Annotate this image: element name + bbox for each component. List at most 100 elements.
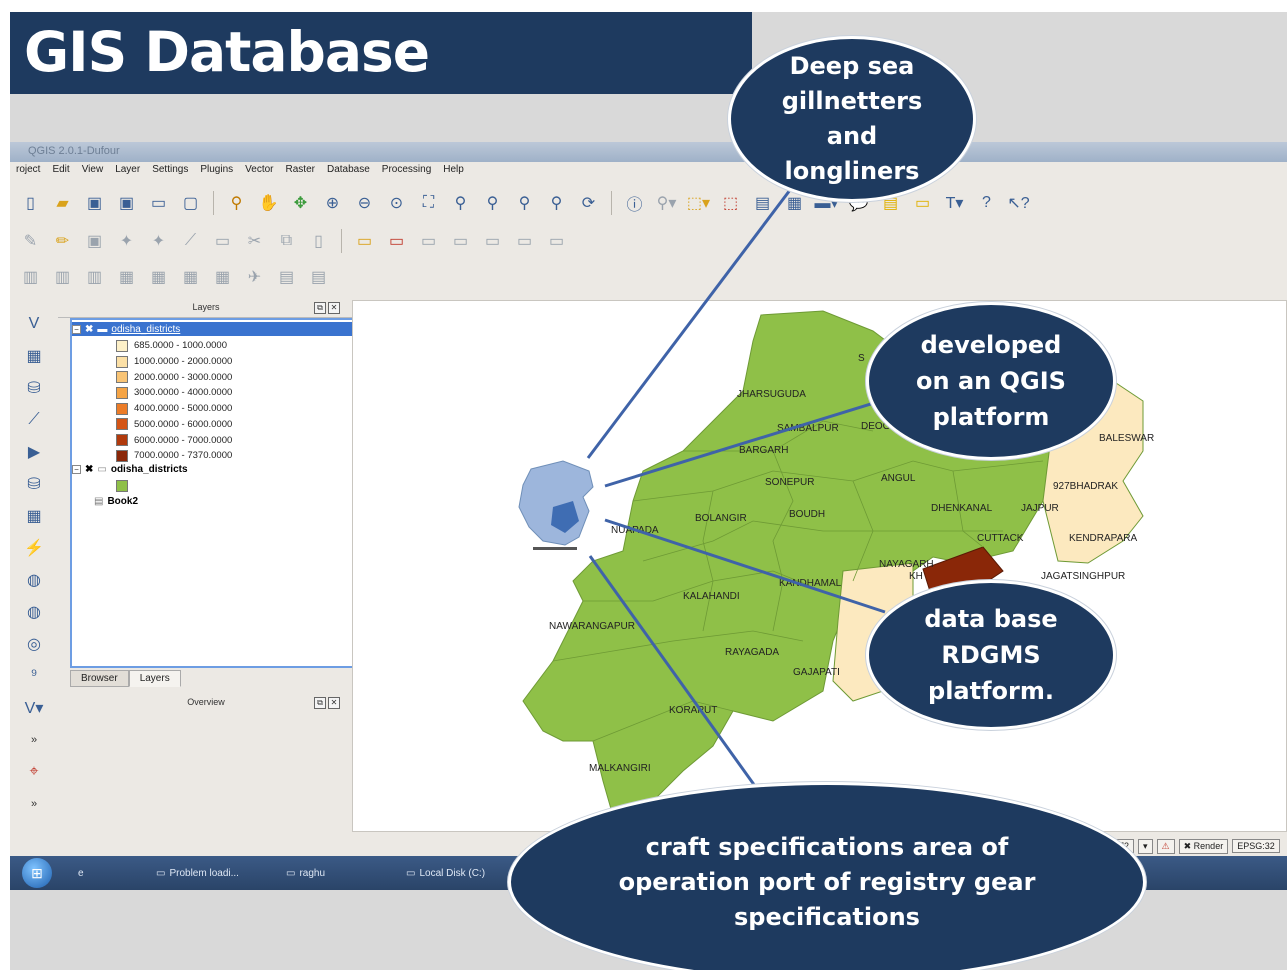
label-tool-icon[interactable]: ▭ bbox=[352, 229, 377, 254]
identify-dropdown-icon[interactable]: ⚲▾ bbox=[654, 191, 679, 216]
start-button-icon[interactable]: ⊞ bbox=[22, 858, 52, 888]
add-delimited-text-layer-icon[interactable]: ◍ bbox=[22, 600, 46, 624]
tab-browser[interactable]: Browser bbox=[70, 670, 129, 687]
menu-help[interactable]: Help bbox=[443, 164, 464, 182]
paste-features-icon[interactable]: ▯ bbox=[306, 229, 331, 254]
scale-dropdown-icon[interactable]: ▾ bbox=[1138, 838, 1153, 854]
menu-database[interactable]: Database bbox=[327, 164, 370, 182]
text-annotation-icon[interactable]: T▾ bbox=[942, 191, 967, 216]
wms-layer-icon[interactable]: ▦ bbox=[114, 265, 139, 290]
csv-layer-icon[interactable]: ▤ bbox=[306, 265, 331, 290]
add-feature-icon[interactable]: ✦ bbox=[114, 229, 139, 254]
toolbar-expand-icon[interactable]: » bbox=[22, 728, 46, 752]
toolbar-expand-icon[interactable]: » bbox=[22, 792, 46, 816]
add-raster-layer-icon[interactable]: ▦ bbox=[22, 344, 46, 368]
save-as-icon[interactable]: ▣ bbox=[114, 191, 139, 216]
menu-settings[interactable]: Settings bbox=[152, 164, 188, 182]
deselect-icon[interactable]: ⬚ bbox=[718, 191, 743, 216]
collapse-icon[interactable]: − bbox=[72, 324, 81, 334]
new-vector-layer-icon[interactable]: V▾ bbox=[22, 696, 46, 720]
float-panel-icon[interactable]: ⧉ bbox=[314, 697, 326, 709]
layer-item-book2[interactable]: ▤ Book2 bbox=[94, 494, 138, 508]
composer-manager-icon[interactable]: ▢ bbox=[178, 191, 203, 216]
layer-visibility-checkbox[interactable]: ✖ bbox=[85, 324, 93, 335]
add-wcs-layer-icon[interactable]: ⚡ bbox=[22, 536, 46, 560]
render-checkbox[interactable]: ✖ Render bbox=[1178, 838, 1229, 854]
new-print-composer-icon[interactable]: ▭ bbox=[146, 191, 171, 216]
stop-rendering-icon[interactable]: ⚠ bbox=[1156, 838, 1175, 854]
add-oracle-layer-icon[interactable]: ⛁ bbox=[22, 472, 46, 496]
save-edits-icon[interactable]: ▣ bbox=[82, 229, 107, 254]
zoom-next-icon[interactable]: ⚲ bbox=[544, 191, 569, 216]
change-label-icon[interactable]: ▭ bbox=[544, 229, 569, 254]
show-bookmarks-icon[interactable]: ▭ bbox=[910, 191, 935, 216]
current-edits-icon[interactable]: ✎ bbox=[18, 229, 43, 254]
collapse-icon[interactable]: − bbox=[72, 464, 81, 474]
oracle-layer-icon[interactable]: ▥ bbox=[50, 265, 75, 290]
menu-edit[interactable]: Edit bbox=[52, 164, 69, 182]
add-vector-layer-icon[interactable]: V bbox=[22, 312, 46, 336]
toggle-editing-icon[interactable]: ✏ bbox=[50, 229, 75, 254]
zoom-to-selection-icon[interactable]: ⚲ bbox=[448, 191, 473, 216]
select-features-icon[interactable]: ⬚▾ bbox=[686, 191, 711, 216]
save-project-icon[interactable]: ▣ bbox=[82, 191, 107, 216]
move-feature-icon[interactable]: ✦ bbox=[146, 229, 171, 254]
spatialite-layer-icon[interactable]: ▦ bbox=[210, 265, 235, 290]
close-panel-icon[interactable]: ✕ bbox=[328, 697, 340, 709]
mssql-layer-icon[interactable]: ▥ bbox=[18, 265, 43, 290]
zoom-last-icon[interactable]: ⚲ bbox=[512, 191, 537, 216]
wcs-layer-icon[interactable]: ▦ bbox=[146, 265, 171, 290]
add-spatialite-layer-icon[interactable]: ⟋ bbox=[22, 408, 46, 432]
show-hide-labels-icon[interactable]: ▭ bbox=[448, 229, 473, 254]
help-icon[interactable]: ? bbox=[974, 191, 999, 216]
menu-processing[interactable]: Processing bbox=[382, 164, 431, 182]
wfs-layer-icon[interactable]: ▦ bbox=[178, 265, 203, 290]
zoom-actual-size-icon[interactable]: ⊙ bbox=[384, 191, 409, 216]
zoom-to-layer-icon[interactable]: ⚲ bbox=[480, 191, 505, 216]
taskbar-item-problem[interactable]: ▭ Problem loadi... bbox=[150, 862, 245, 884]
gps-tools-icon[interactable]: ✈ bbox=[242, 265, 267, 290]
open-attribute-table-icon[interactable]: ▤ bbox=[750, 191, 775, 216]
crs-button[interactable]: EPSG:32 bbox=[1232, 839, 1280, 853]
crosshair-icon[interactable]: ⌖ bbox=[22, 760, 46, 784]
taskbar-ie-icon[interactable]: e bbox=[72, 862, 90, 884]
menu-view[interactable]: View bbox=[82, 164, 104, 182]
menu-project[interactable]: roject bbox=[16, 164, 40, 182]
table-icon[interactable]: ▤ bbox=[274, 265, 299, 290]
add-postgis-layer-icon[interactable]: ⛁ bbox=[22, 376, 46, 400]
float-panel-icon[interactable]: ⧉ bbox=[314, 302, 326, 314]
layer-labeling-icon[interactable]: ▭ bbox=[384, 229, 409, 254]
layers-tree[interactable]: − ✖ ▬ odisha_districts 685.0000 - 1000.0… bbox=[70, 318, 354, 668]
pan-map-icon[interactable]: ⚲ bbox=[224, 191, 249, 216]
node-tool-icon[interactable]: ⟋ bbox=[178, 229, 203, 254]
pan-to-selection-icon[interactable]: ✥ bbox=[288, 191, 313, 216]
menu-vector[interactable]: Vector bbox=[245, 164, 273, 182]
taskbar-item-raghu[interactable]: ▭ raghu bbox=[280, 862, 331, 884]
new-project-icon[interactable]: ▯ bbox=[18, 191, 43, 216]
open-project-icon[interactable]: ▰ bbox=[50, 191, 75, 216]
move-label-icon[interactable]: ▭ bbox=[480, 229, 505, 254]
zoom-full-icon[interactable]: ⛶ bbox=[416, 191, 441, 216]
identify-icon[interactable]: ⓘ bbox=[622, 191, 647, 216]
pin-labels-icon[interactable]: ▭ bbox=[416, 229, 441, 254]
layer-visibility-checkbox[interactable]: ✖ bbox=[85, 464, 93, 475]
add-virtual-layer-icon[interactable]: ◎ bbox=[22, 632, 46, 656]
add-mssql-layer-icon[interactable]: ▶ bbox=[22, 440, 46, 464]
tab-layers[interactable]: Layers bbox=[128, 670, 181, 687]
delete-selected-icon[interactable]: ▭ bbox=[210, 229, 235, 254]
close-panel-icon[interactable]: ✕ bbox=[328, 302, 340, 314]
taskbar-item-local-disk[interactable]: ▭ Local Disk (C:) bbox=[400, 862, 491, 884]
cut-features-icon[interactable]: ✂ bbox=[242, 229, 267, 254]
zoom-out-icon[interactable]: ⊖ bbox=[352, 191, 377, 216]
refresh-icon[interactable]: ⟳ bbox=[576, 191, 601, 216]
add-wms-layer-icon[interactable]: ▦ bbox=[22, 504, 46, 528]
whats-this-icon[interactable]: ↖? bbox=[1006, 191, 1031, 216]
add-gps-layer-icon[interactable]: ⁹ bbox=[22, 664, 46, 688]
menu-raster[interactable]: Raster bbox=[286, 164, 315, 182]
add-wfs-layer-icon[interactable]: ◍ bbox=[22, 568, 46, 592]
pan-hand-icon[interactable]: ✋ bbox=[256, 191, 281, 216]
copy-features-icon[interactable]: ⧉ bbox=[274, 229, 299, 254]
zoom-in-icon[interactable]: ⊕ bbox=[320, 191, 345, 216]
menu-layer[interactable]: Layer bbox=[115, 164, 140, 182]
layer-item-odisha-districts[interactable]: − ✖ ▬ odisha_districts bbox=[72, 322, 352, 336]
